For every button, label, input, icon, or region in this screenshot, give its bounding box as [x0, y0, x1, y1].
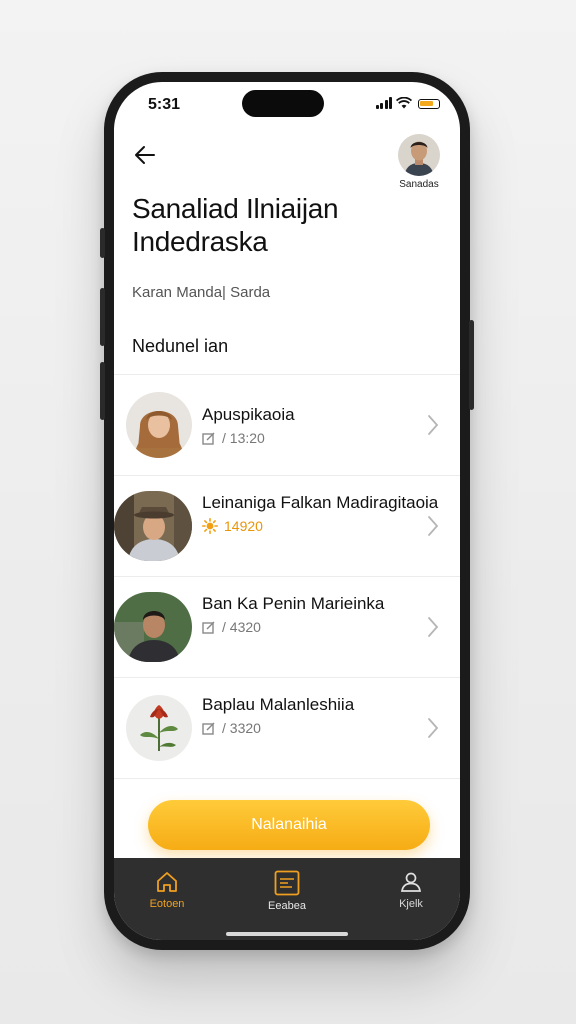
- page-title: Sanaliad Ilniaijan Indedraska: [132, 193, 339, 257]
- edit-icon: [202, 432, 215, 445]
- item-text: Apuspikaoia / 13:20: [202, 405, 295, 446]
- item-meta-value: / 13:20: [222, 430, 265, 446]
- power-button: [469, 320, 474, 410]
- mute-switch: [100, 228, 105, 258]
- primary-action-button[interactable]: Nalanaihia: [148, 800, 430, 850]
- tab-label: Kjelk: [399, 898, 423, 910]
- page-subtitle: Karan Manda| Sarda: [132, 284, 271, 301]
- list-item[interactable]: Leinaniga Falkan Madiragitaoia 14920: [114, 476, 460, 577]
- sun-icon: [202, 518, 218, 534]
- volume-up-button: [100, 288, 105, 346]
- avatar: [114, 491, 192, 561]
- item-name: Ban Ka Penin Marieinka: [202, 594, 385, 613]
- app-screen: 5:31 Sanadas Sanaliad Ilniaijan Indedras…: [114, 82, 460, 940]
- item-name: Leinaniga Falkan Madiragitaoia: [202, 493, 439, 512]
- user-icon: [400, 872, 422, 892]
- item-meta: / 13:20: [202, 430, 295, 446]
- battery-icon: [418, 99, 440, 109]
- avatar: [398, 134, 440, 176]
- phone-frame: 5:31 Sanadas Sanaliad Ilniaijan Indedras…: [100, 72, 474, 950]
- signal-icon: [375, 97, 392, 109]
- chevron-right-icon: [428, 415, 439, 435]
- item-text: Leinaniga Falkan Madiragitaoia 14920: [202, 493, 438, 534]
- item-meta-value: / 4320: [222, 619, 261, 635]
- chevron-right-icon: [428, 516, 439, 536]
- home-icon: [157, 872, 177, 892]
- section-heading: Nedunel ian: [132, 336, 229, 356]
- item-text: Ban Ka Penin Marieinka / 4320: [202, 594, 384, 635]
- tab-label: Eotoen: [149, 898, 185, 910]
- wifi-icon: [396, 97, 412, 109]
- item-meta: 14920: [202, 518, 438, 534]
- tab-label: Eeabea: [268, 900, 306, 912]
- profile-name: Sanadas: [399, 179, 439, 190]
- volume-down-button: [100, 362, 105, 420]
- avatar: [126, 695, 192, 761]
- list-item[interactable]: Baplau Malanleshiia / 3320: [114, 678, 460, 779]
- edit-icon: [202, 722, 215, 735]
- item-meta-value: 14920: [224, 518, 263, 534]
- item-meta: / 3320: [202, 720, 354, 736]
- tab-profile[interactable]: Kjelk: [366, 870, 456, 910]
- contact-list: Apuspikaoia / 13:20 Leinaniga Falkan Mad…: [114, 374, 460, 779]
- profile-button[interactable]: Sanadas: [396, 134, 442, 190]
- dynamic-island: [242, 90, 324, 117]
- item-meta: / 4320: [202, 619, 384, 635]
- chevron-right-icon: [428, 718, 439, 738]
- status-bar: 5:31: [114, 82, 460, 128]
- item-meta-value: / 3320: [222, 720, 261, 736]
- tab-bar: Eotoen Eeabea Kjelk: [114, 858, 460, 940]
- tab-records[interactable]: Eeabea: [242, 870, 332, 912]
- item-text: Baplau Malanleshiia / 3320: [202, 695, 354, 736]
- avatar: [126, 392, 192, 458]
- chevron-right-icon: [428, 617, 439, 637]
- home-indicator: [226, 932, 348, 936]
- list-item[interactable]: Ban Ka Penin Marieinka / 4320: [114, 577, 460, 678]
- status-time: 5:31: [148, 96, 181, 113]
- document-icon: [274, 870, 300, 896]
- tab-home[interactable]: Eotoen: [122, 870, 212, 910]
- avatar: [114, 592, 192, 662]
- list-item[interactable]: Apuspikaoia / 13:20: [114, 375, 460, 476]
- edit-icon: [202, 621, 215, 634]
- item-name: Apuspikaoia: [202, 405, 295, 424]
- back-arrow-icon[interactable]: [132, 142, 158, 168]
- item-name: Baplau Malanleshiia: [202, 695, 355, 714]
- status-icons: [375, 97, 440, 109]
